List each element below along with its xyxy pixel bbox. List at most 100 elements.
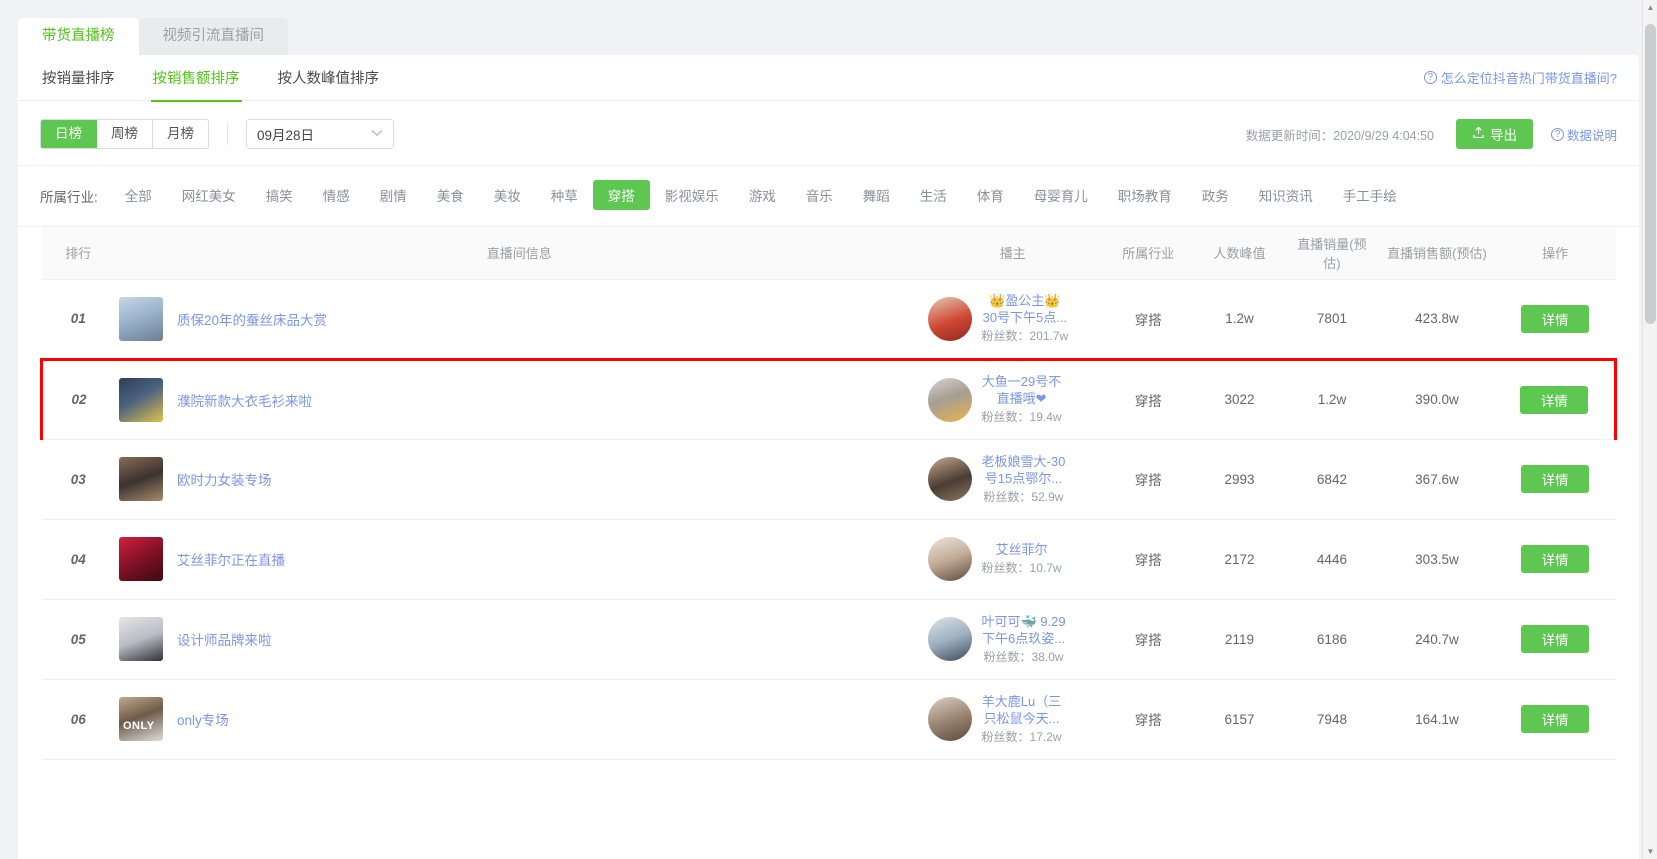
industry-item-government[interactable]: 政务 — [1187, 180, 1244, 210]
detail-button[interactable]: 详情 — [1521, 304, 1590, 333]
room-thumbnail[interactable]: ONLY — [119, 697, 163, 741]
industry-item-food[interactable]: 美食 — [422, 180, 479, 210]
room-title-link[interactable]: 欧时力女装专场 — [177, 469, 272, 489]
period-monthly[interactable]: 月榜 — [153, 120, 208, 148]
data-description-link[interactable]: ? 数据说明 — [1550, 125, 1617, 144]
sales-volume-value: 6186 — [1284, 599, 1380, 680]
industry-item-label: 知识资讯 — [1258, 189, 1313, 204]
industry-item-label: 种草 — [550, 189, 578, 204]
host-cell: 艾丝菲尔 粉丝数：10.7w — [923, 519, 1103, 600]
room-title-link[interactable]: 质保20年的蚕丝床品大赏 — [177, 309, 327, 329]
industry-item-recommendation[interactable]: 种草 — [536, 180, 593, 210]
host-name-link[interactable]: 叶可可🐳 9.29 — [982, 613, 1066, 630]
industry-item-handcraft[interactable]: 手工手绘 — [1328, 180, 1412, 210]
sales-volume-value: 7948 — [1284, 679, 1380, 760]
industry-item-dance[interactable]: 舞蹈 — [848, 180, 905, 210]
host-name-link-line2[interactable]: 只松鼠今天... — [982, 710, 1062, 727]
room-title-link[interactable]: 设计师品牌来啦 — [177, 629, 272, 649]
peak-viewers-value: 6157 — [1194, 679, 1285, 760]
tab-video-traffic-room[interactable]: 视频引流直播间 — [138, 18, 288, 55]
detail-button[interactable]: 详情 — [1520, 385, 1589, 414]
industry-item-music[interactable]: 音乐 — [791, 180, 848, 210]
tab-list: 带货直播榜 视频引流直播间 — [18, 18, 1657, 55]
sort-by-volume[interactable]: 按销量排序 — [40, 55, 117, 101]
peak-viewers-value: 2172 — [1194, 519, 1285, 600]
export-button[interactable]: 导出 — [1455, 119, 1533, 149]
fans-count: 粉丝数：52.9w — [983, 489, 1064, 504]
sales-volume-value: 7801 — [1284, 279, 1380, 360]
page-scrollbar[interactable]: ▲ ▼ — [1642, 0, 1657, 859]
room-title-link[interactable]: 濮院新款大衣毛衫来啦 — [177, 390, 312, 410]
industry-item-knowledge-news[interactable]: 知识资讯 — [1244, 180, 1328, 210]
industry-item-games[interactable]: 游戏 — [734, 180, 791, 210]
tab-live-sales-rank[interactable]: 带货直播榜 — [18, 18, 139, 55]
room-thumbnail[interactable] — [119, 617, 163, 661]
scrollbar-thumb[interactable] — [1645, 24, 1656, 324]
table-header: 排行 直播间信息 播主 所属行业 人数峰值 直播销量(预估) 直播销售额(预估)… — [41, 227, 1616, 280]
period-label: 周榜 — [111, 126, 138, 141]
avatar[interactable] — [927, 617, 972, 661]
industry-item-label: 母婴育儿 — [1033, 189, 1088, 204]
detail-button[interactable]: 详情 — [1521, 705, 1590, 733]
date-select[interactable]: 09月28日 — [246, 119, 394, 149]
host-name-link-line2[interactable]: 30号下午5点... — [982, 309, 1069, 326]
host-name-link[interactable]: 老板娘雪大-30 — [982, 453, 1066, 470]
industry-item-fashion[interactable]: 穿搭 — [592, 180, 650, 210]
industry-item-label: 舞蹈 — [862, 189, 890, 204]
detail-button[interactable]: 详情 — [1521, 625, 1590, 653]
sort-by-amount[interactable]: 按销售额排序 — [150, 55, 242, 102]
table-row: 06 ONLY only专场 羊大鹿Lu（三 只松鼠今天... 粉丝数：17.2… — [41, 679, 1616, 760]
room-info-cell: 欧时力女装专场 — [115, 439, 924, 520]
avatar[interactable] — [927, 697, 972, 741]
table-row: 03 欧时力女装专场 老板娘雪大-30 号15点鄂尔... 粉丝数：52.9w … — [41, 439, 1616, 520]
main-card: 按销量排序 按销售额排序 按人数峰值排序 ? 怎么定位抖音热门带货直播间? 日榜… — [18, 55, 1639, 859]
host-name-link-line2[interactable]: 直播哦❤ — [982, 390, 1062, 407]
avatar[interactable] — [927, 296, 972, 341]
host-name-link[interactable]: 👑盈公主👑 — [982, 292, 1069, 309]
host-name-link-line2[interactable]: 号15点鄂尔... — [982, 470, 1066, 487]
table-row: 04 艾丝菲尔正在直播 艾丝菲尔 粉丝数：10.7w 穿搭 2172 4446 … — [41, 519, 1616, 600]
industry-item-comedy[interactable]: 搞笑 — [251, 180, 308, 210]
sort-by-peak-viewers[interactable]: 按人数峰值排序 — [276, 55, 382, 101]
export-button-label: 导出 — [1489, 128, 1517, 143]
room-title-link[interactable]: 艾丝菲尔正在直播 — [177, 549, 285, 569]
column-header-industry: 所属行业 — [1102, 227, 1195, 280]
industry-item-makeup[interactable]: 美妆 — [479, 180, 536, 210]
industry-item-parenting[interactable]: 母婴育儿 — [1019, 180, 1103, 210]
room-title-link[interactable]: only专场 — [177, 709, 229, 729]
industry-item-drama[interactable]: 剧情 — [365, 180, 422, 210]
industry-item-label: 美食 — [436, 189, 464, 204]
peak-viewers-value: 3022 — [1194, 357, 1285, 440]
host-name-link[interactable]: 大鱼一29号不 — [982, 373, 1062, 390]
industry-item-all[interactable]: 全部 — [110, 180, 167, 210]
host-name-link-line2[interactable]: 下午6点玖姿... — [982, 630, 1066, 647]
rank-number: 02 — [40, 357, 115, 440]
rank-number: 01 — [41, 279, 115, 360]
room-info-cell: ONLY only专场 — [115, 679, 924, 760]
avatar[interactable] — [927, 377, 972, 422]
period-weekly[interactable]: 周榜 — [97, 120, 153, 148]
avatar[interactable] — [927, 537, 972, 581]
avatar[interactable] — [927, 457, 972, 501]
industry-item-lifestyle[interactable]: 生活 — [905, 180, 962, 210]
room-thumbnail[interactable] — [119, 457, 163, 501]
top-tab-strip: 带货直播榜 视频引流直播间 — [0, 0, 1657, 55]
host-name-link[interactable]: 艾丝菲尔 — [982, 541, 1062, 558]
industry-item-emotion[interactable]: 情感 — [308, 180, 365, 210]
scroll-down-arrow[interactable]: ▼ — [1643, 844, 1657, 859]
host-name-link[interactable]: 羊大鹿Lu（三 — [982, 693, 1062, 710]
period-daily[interactable]: 日榜 — [41, 120, 97, 148]
industry-value: 穿搭 — [1102, 679, 1195, 760]
scroll-up-arrow[interactable]: ▲ — [1643, 0, 1657, 15]
industry-item-sports[interactable]: 体育 — [962, 180, 1019, 210]
table-row: 02 濮院新款大衣毛衫来啦 大鱼一29号不 直播哦❤ 粉丝数：19.4w 穿搭 … — [40, 357, 1617, 440]
industry-item-film-entertainment[interactable]: 影视娱乐 — [650, 180, 734, 210]
room-thumbnail[interactable] — [119, 296, 163, 341]
detail-button[interactable]: 详情 — [1521, 545, 1590, 573]
industry-item-career-education[interactable]: 职场教育 — [1103, 180, 1187, 210]
industry-item-influencer-beauty[interactable]: 网红美女 — [167, 180, 251, 210]
help-link[interactable]: ? 怎么定位抖音热门带货直播间? — [1423, 68, 1617, 87]
room-thumbnail[interactable] — [119, 537, 163, 581]
detail-button[interactable]: 详情 — [1521, 465, 1590, 493]
room-thumbnail[interactable] — [119, 377, 163, 422]
